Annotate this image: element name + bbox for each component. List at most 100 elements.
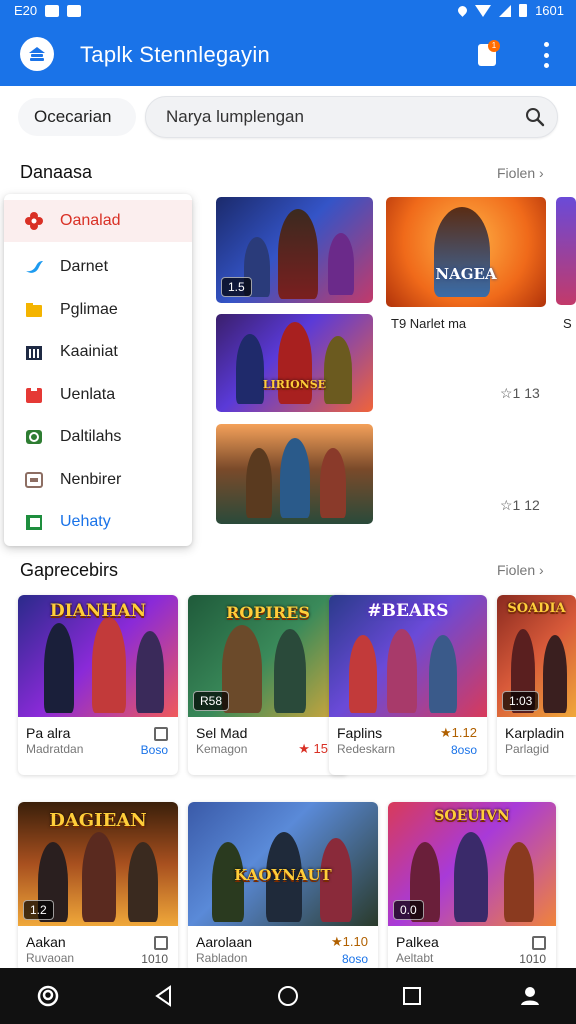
menu-item-6[interactable]: Daltilahs xyxy=(4,416,192,458)
profile-icon[interactable] xyxy=(518,984,542,1008)
card-badge: R58 xyxy=(193,691,230,711)
game-card[interactable]: SOADIA 1:03 Karpladin Parlagid xyxy=(497,595,576,775)
game-rating: ★1.10 xyxy=(331,934,368,949)
game-name: Faplins xyxy=(337,725,383,741)
featured-caption: T9 Narlet ma xyxy=(391,316,467,331)
game-publisher: Redeskarn xyxy=(337,742,396,756)
game-logo: LIRIONSE xyxy=(262,378,327,391)
location-icon xyxy=(456,4,469,17)
game-logo: DAGIEAN xyxy=(49,810,147,831)
game-card[interactable]: ROPIRES R58 Sel Mad Kemagon ★ 15 xyxy=(188,595,348,775)
clock: 1601 xyxy=(535,3,564,18)
mail-icon xyxy=(45,4,60,17)
category-chip[interactable]: Ocecarian xyxy=(18,98,136,136)
see-all-link-2[interactable]: Fiolen › xyxy=(497,562,544,578)
game-size: 1010 xyxy=(519,952,546,966)
game-art: KAOYNAUT xyxy=(188,802,378,926)
featured-card-2[interactable]: NAGEA xyxy=(386,197,546,307)
menu-item-3[interactable]: Pglimae xyxy=(4,289,192,331)
section-title-2: Gaprecebirs xyxy=(20,560,119,580)
featured-card-4[interactable] xyxy=(216,424,373,524)
rating: ☆1 13 xyxy=(500,385,540,401)
game-rating: ★ 15 xyxy=(298,741,328,756)
game-logo: SOEUIVN xyxy=(434,808,510,824)
game-art: ROPIRES R58 xyxy=(188,595,348,717)
app-bar: Taplk Stennlegayin 1 xyxy=(0,22,576,86)
section-title-1: Danaasa xyxy=(20,162,93,182)
menu-item-label: Uehaty xyxy=(60,513,111,530)
notifications-button[interactable]: 1 xyxy=(478,40,500,66)
card-badge: 1.5 xyxy=(221,277,252,297)
download-icon xyxy=(67,4,82,17)
download-icon[interactable] xyxy=(532,934,546,950)
bird-icon xyxy=(26,261,43,273)
menu-item-label: Uenlata xyxy=(60,386,116,403)
game-name: Aarolaan xyxy=(196,934,253,950)
window-icon xyxy=(25,472,43,488)
game-card[interactable]: DAGIEAN 1.2 Aakan Ruvaoan 1010 xyxy=(18,802,178,972)
menu-item-2[interactable]: Darnet xyxy=(4,246,192,288)
battery-icon xyxy=(519,4,528,17)
game-logo: #BEARS xyxy=(367,601,449,621)
game-price: Boso xyxy=(140,743,168,757)
rating: ☆1 12 xyxy=(500,497,540,513)
game-card[interactable]: #BEARS Faplins Redeskarn ★1.12 8oso xyxy=(329,595,487,775)
signal-icon xyxy=(499,4,512,17)
card-badge: 1.2 xyxy=(23,900,54,920)
flower-icon xyxy=(25,212,43,230)
flag-icon xyxy=(26,515,42,530)
game-publisher: Madratdan xyxy=(26,742,84,756)
more-options-icon[interactable] xyxy=(538,42,554,68)
menu-item-label: Pglimae xyxy=(60,301,118,318)
featured-card-edge[interactable] xyxy=(556,197,576,305)
home-icon[interactable] xyxy=(276,984,300,1008)
game-art: SOEUIVN 0.0 xyxy=(388,802,556,926)
menu-item-5[interactable]: Uenlata xyxy=(4,374,192,416)
download-icon[interactable] xyxy=(154,934,168,950)
game-card[interactable]: KAOYNAUT Aarolaan Rabladon ★1.10 8oso xyxy=(188,802,378,972)
game-logo: SOADIA xyxy=(507,601,566,616)
search-bar[interactable] xyxy=(145,96,558,138)
featured-card-1[interactable]: 1.5 xyxy=(216,197,373,303)
game-price: 8oso xyxy=(450,743,477,757)
wifi-icon xyxy=(475,4,492,17)
game-rating: ★1.12 xyxy=(440,725,477,740)
youtube-icon xyxy=(26,388,42,403)
game-logo: ROPIRES xyxy=(226,603,310,622)
game-art: DAGIEAN 1.2 xyxy=(18,802,178,926)
game-name: Pa alra xyxy=(26,725,71,741)
search-icon[interactable] xyxy=(525,107,545,127)
menu-item-label: Nenbirer xyxy=(60,471,122,488)
menu-item-label: Oanalad xyxy=(60,212,121,229)
assistant-icon[interactable] xyxy=(36,984,60,1008)
featured-card-3[interactable]: LIRIONSE xyxy=(216,314,373,412)
game-logo: KAOYNAUT xyxy=(234,866,332,884)
game-card[interactable]: DIANHAN Pa alra Madratdan Boso xyxy=(18,595,178,775)
app-title: Taplk Stennlegayin xyxy=(80,42,271,67)
download-icon[interactable] xyxy=(154,725,168,741)
game-art: SOADIA 1:03 xyxy=(497,595,576,717)
game-publisher: Parlagid xyxy=(505,742,550,756)
menu-item-4[interactable]: Kaainiat xyxy=(4,331,192,373)
game-name: Aakan xyxy=(26,934,66,950)
menu-item-7[interactable]: Nenbirer xyxy=(4,459,192,501)
menu-item-1[interactable]: Oanalad xyxy=(4,200,192,242)
game-art: #BEARS xyxy=(329,595,487,717)
game-name: Sel Mad xyxy=(196,725,248,741)
game-logo: NAGEA xyxy=(435,265,497,283)
menu-item-8[interactable]: Uehaty xyxy=(4,501,192,543)
game-logo: DIANHAN xyxy=(49,601,147,621)
card-badge: 1:03 xyxy=(502,691,540,711)
search-input[interactable] xyxy=(166,97,506,137)
app-logo-icon[interactable] xyxy=(20,37,54,71)
menu-item-label: Kaainiat xyxy=(60,343,118,360)
game-name: Karpladin xyxy=(505,725,565,741)
back-icon[interactable] xyxy=(152,984,176,1008)
chat-icon xyxy=(26,430,42,444)
recents-icon[interactable] xyxy=(400,984,424,1008)
game-publisher: Kemagon xyxy=(196,742,248,756)
see-all-link-1[interactable]: Fiolen › xyxy=(497,165,544,181)
game-card[interactable]: SOEUIVN 0.0 Palkea Aeltabt 1010 xyxy=(388,802,556,972)
menu-item-label: Daltilahs xyxy=(60,428,122,445)
game-publisher: Ruvaoan xyxy=(26,951,75,965)
